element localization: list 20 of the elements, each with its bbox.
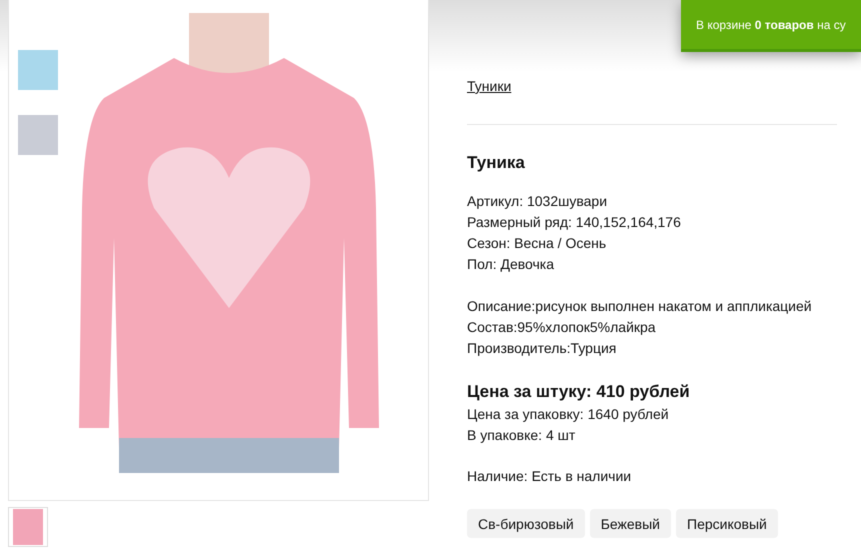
detail-text: Состав:95%хлопок5%лайкра — [467, 318, 657, 337]
spec-text: Сезон: Весна / Осень — [467, 234, 608, 253]
detail-text: Описание:рисунок выполнен накатом и аппликацией — [467, 297, 813, 316]
spec-text: Размерный ряд: 140,152,164,176 — [467, 213, 682, 232]
photo-thumbnail[interactable] — [18, 50, 58, 90]
color-option[interactable]: Персиковый — [676, 509, 778, 538]
spec-text: Пол: Девочка — [467, 255, 556, 274]
pack-text: В упаковке: 4 шт — [467, 426, 576, 445]
photo-thumbnail[interactable] — [18, 115, 58, 155]
availability-text: Наличие: Есть в наличии — [467, 467, 632, 486]
color-option[interactable]: Бежевый — [590, 509, 671, 538]
cart-summary-text: В корзине 0 товаров на су — [696, 18, 846, 32]
product-title: Туника — [467, 152, 526, 174]
spec-text: Артикул: 1032шувари — [467, 192, 608, 211]
color-option[interactable]: Св-бирюзовый — [467, 509, 585, 538]
unit-price: Цена за штуку: 410 рублей — [467, 381, 691, 403]
pack-text: Цена за упаковку: 1640 рублей — [467, 405, 670, 424]
detail-text: Производитель:Турция — [467, 339, 618, 358]
photo-thumbnail[interactable] — [8, 507, 48, 547]
category-link[interactable]: Туники — [467, 78, 512, 94]
